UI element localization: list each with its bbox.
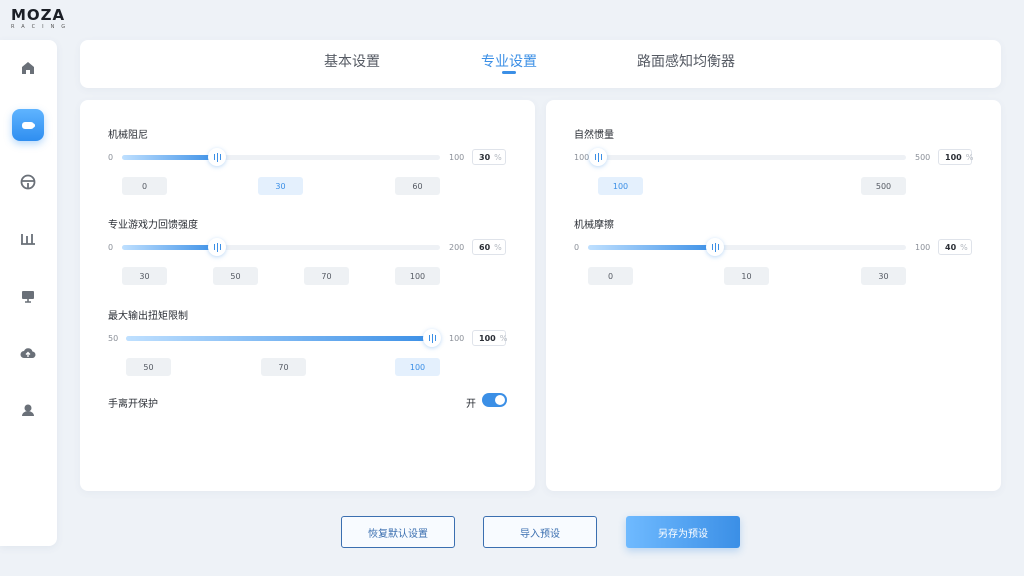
restore-defaults-button[interactable]: 恢复默认设置	[341, 516, 455, 548]
sidebar-item-pedals[interactable]	[12, 223, 44, 255]
natural-inertia-preset-0[interactable]: 100	[598, 177, 643, 195]
wheelbase-icon	[22, 122, 35, 129]
home-icon	[22, 62, 34, 74]
natural-inertia-track[interactable]	[598, 155, 906, 160]
save-as-preset-button[interactable]: 另存为预设	[626, 516, 740, 548]
max-torque-preset-1[interactable]: 70	[261, 358, 306, 376]
mech-damping-slider-handle[interactable]	[208, 148, 227, 166]
game-ffb-preset-0[interactable]: 30	[122, 267, 167, 285]
dashboard-icon	[22, 291, 34, 303]
game-ffb-unit: %	[494, 242, 502, 252]
cloud-upload-icon	[20, 348, 36, 359]
mech-friction-label: 机械摩擦	[574, 220, 614, 231]
steering-wheel-icon	[20, 174, 36, 190]
max-torque-unit: %	[499, 333, 508, 343]
game-ffb-label: 专业游戏力回馈强度	[108, 220, 198, 231]
mech-friction-value-input[interactable]: 40%	[938, 239, 972, 255]
sidebar	[0, 40, 57, 546]
game-ffb-preset-3[interactable]: 100	[395, 267, 440, 285]
mech-damping-min: 0	[108, 153, 114, 162]
mech-friction-value: 40	[945, 242, 957, 252]
mech-damping-preset-2[interactable]: 60	[395, 177, 440, 195]
pedals-icon	[21, 234, 35, 245]
mech-friction-preset-2[interactable]: 30	[861, 267, 906, 285]
natural-inertia-min: 100	[574, 153, 590, 162]
hands-off-state: 开	[466, 399, 476, 410]
natural-inertia-value-input[interactable]: 100%	[938, 149, 974, 165]
sidebar-item-dashboard[interactable]	[12, 280, 44, 312]
max-torque-preset-0[interactable]: 50	[126, 358, 171, 376]
sidebar-item-steering-wheel[interactable]	[12, 166, 44, 198]
sidebar-item-user[interactable]	[12, 394, 44, 426]
natural-inertia-unit: %	[965, 152, 974, 162]
tab-road-equalizer[interactable]: 路面感知均衡器	[637, 51, 735, 71]
moza-logo: MOZA RACING	[11, 6, 97, 31]
active-tab-indicator	[502, 71, 516, 74]
max-torque-label: 最大输出扭矩限制	[108, 311, 188, 322]
tabs-bar: 基本设置 专业设置 路面感知均衡器	[80, 40, 1001, 88]
game-ffb-slider-handle[interactable]	[208, 238, 227, 256]
mech-damping-value: 30	[479, 152, 491, 162]
mech-damping-fill	[122, 155, 218, 160]
mech-friction-fill	[588, 245, 716, 250]
sidebar-item-cloud[interactable]	[12, 337, 44, 369]
game-ffb-value: 60	[479, 242, 491, 252]
mech-damping-unit: %	[494, 152, 502, 162]
mech-friction-min: 0	[574, 243, 580, 252]
max-torque-slider-handle[interactable]	[423, 329, 441, 347]
game-ffb-min: 0	[108, 243, 114, 252]
mech-damping-max: 100	[449, 153, 465, 162]
mech-damping-preset-1[interactable]: 30	[258, 177, 303, 195]
mech-friction-unit: %	[960, 242, 968, 252]
user-icon	[22, 404, 34, 416]
tab-advanced[interactable]: 专业设置	[481, 51, 537, 71]
left-settings-panel: 机械阻尼 0 100 30% 0 30 60 专业游戏力回馈强度 0 200 6…	[80, 100, 535, 491]
sidebar-item-home[interactable]	[12, 52, 44, 84]
natural-inertia-value: 100	[945, 152, 962, 162]
max-torque-fill	[126, 336, 432, 341]
mech-friction-preset-0[interactable]: 0	[588, 267, 633, 285]
hands-off-label: 手离开保护	[108, 399, 158, 410]
sidebar-item-wheelbase[interactable]	[12, 109, 44, 141]
right-settings-panel: 自然惯量 100 500 100% 100 500 机械摩擦 0 100 40%…	[546, 100, 1001, 491]
max-torque-max: 100	[449, 334, 465, 343]
mech-friction-slider-handle[interactable]	[706, 238, 725, 256]
brand-sub: RACING	[11, 24, 73, 30]
game-ffb-preset-2[interactable]: 70	[304, 267, 349, 285]
max-torque-value: 100	[479, 333, 496, 343]
import-preset-button[interactable]: 导入预设	[483, 516, 597, 548]
mech-friction-max: 100	[915, 243, 931, 252]
mech-damping-preset-0[interactable]: 0	[122, 177, 167, 195]
natural-inertia-preset-1[interactable]: 500	[861, 177, 906, 195]
mech-damping-value-input[interactable]: 30%	[472, 149, 506, 165]
max-torque-value-input[interactable]: 100%	[472, 330, 508, 346]
max-torque-preset-2[interactable]: 100	[395, 358, 440, 376]
game-ffb-max: 200	[449, 243, 465, 252]
natural-inertia-slider-handle[interactable]	[589, 148, 607, 166]
game-ffb-preset-1[interactable]: 50	[213, 267, 258, 285]
hands-off-toggle[interactable]	[482, 393, 507, 407]
natural-inertia-max: 500	[915, 153, 931, 162]
natural-inertia-label: 自然惯量	[574, 130, 614, 141]
mech-friction-preset-1[interactable]: 10	[724, 267, 769, 285]
tab-basic[interactable]: 基本设置	[324, 51, 380, 71]
brand-name: MOZA	[11, 6, 66, 24]
max-torque-min: 50	[108, 334, 119, 343]
game-ffb-value-input[interactable]: 60%	[472, 239, 506, 255]
game-ffb-fill	[122, 245, 218, 250]
mech-damping-label: 机械阻尼	[108, 130, 148, 141]
